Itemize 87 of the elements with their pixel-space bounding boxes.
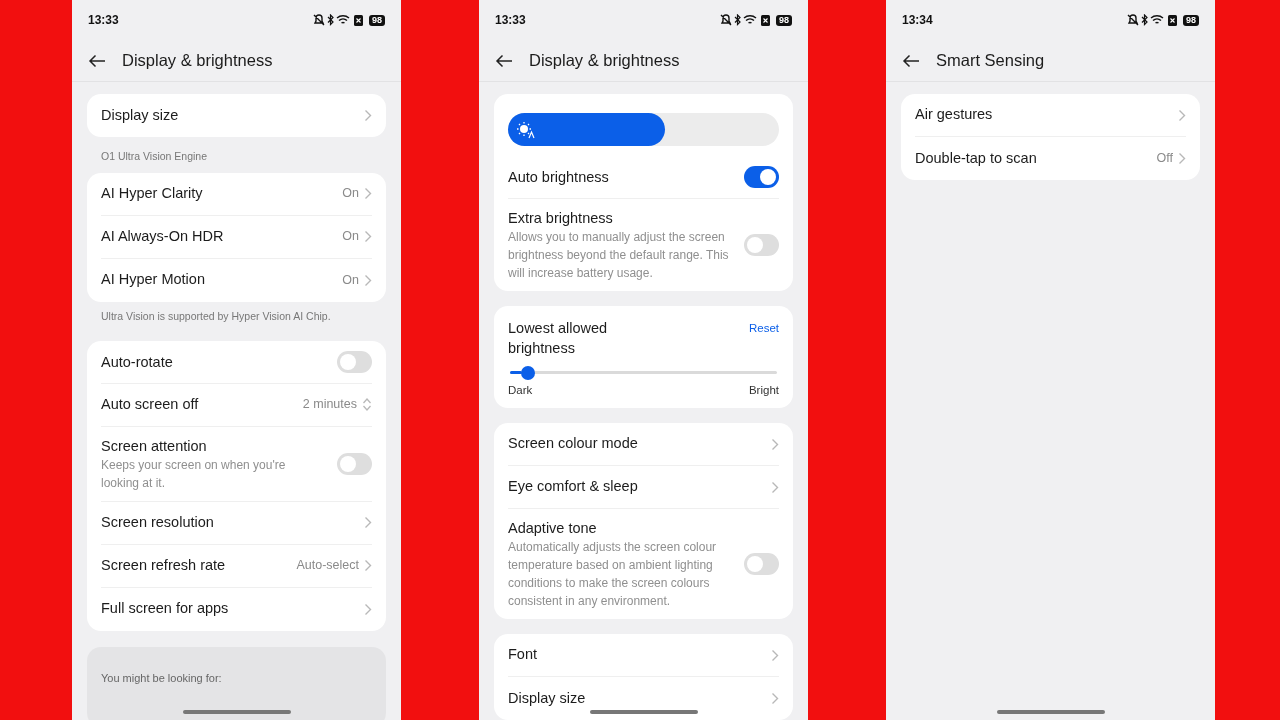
row-label: Display size bbox=[508, 688, 587, 708]
up-down-arrows-icon bbox=[362, 397, 372, 412]
back-button[interactable] bbox=[88, 53, 106, 68]
row-label: Auto-rotate bbox=[101, 352, 174, 372]
row-value: On bbox=[342, 271, 359, 289]
auto-brightness-icon bbox=[516, 120, 536, 139]
toggle-switch[interactable] bbox=[744, 234, 779, 256]
chevron-right-icon bbox=[364, 602, 372, 616]
section-note: Ultra Vision is supported by Hyper Vision AI Chip. bbox=[100, 308, 332, 324]
chevron-right-icon bbox=[364, 516, 372, 529]
page-title: Display & brightness bbox=[122, 50, 273, 72]
back-button[interactable] bbox=[495, 53, 513, 68]
page-title: Display & brightness bbox=[529, 50, 680, 72]
row-label: Auto brightness bbox=[508, 168, 610, 187]
row-label: AI Always-On HDR bbox=[101, 226, 225, 246]
row-value: Auto-select bbox=[296, 557, 359, 575]
settings-row[interactable]: Auto screen off 2 minutes bbox=[101, 383, 372, 427]
suggestions-caption: You might be looking for: bbox=[101, 671, 222, 684]
row-value: Off bbox=[1156, 150, 1173, 168]
section-caption: O1 Ultra Vision Engine bbox=[100, 149, 209, 164]
settings-row[interactable]: Double-tap to scan Off bbox=[915, 137, 1186, 180]
row-label: AI Hyper Motion bbox=[101, 270, 206, 290]
row-label: Font bbox=[508, 645, 538, 665]
row-label: Screen resolution bbox=[101, 512, 215, 532]
toggle-switch[interactable] bbox=[744, 553, 779, 576]
slider-thumb[interactable] bbox=[521, 366, 536, 380]
slider-max-label: Bright bbox=[748, 383, 779, 398]
slider-min-label: Dark bbox=[508, 383, 533, 398]
row-value: On bbox=[342, 185, 359, 203]
settings-row[interactable]: Screen resolution bbox=[101, 501, 372, 545]
chevron-right-icon bbox=[364, 187, 372, 201]
settings-row[interactable]: Display size bbox=[508, 677, 779, 720]
row-label: Adaptive tone bbox=[508, 519, 598, 539]
status-time: 13:33 bbox=[495, 12, 527, 29]
brightness-slider[interactable] bbox=[508, 113, 779, 146]
status-icons bbox=[720, 14, 772, 26]
row-label: Extra brightness bbox=[508, 209, 614, 228]
row-label: Auto screen off bbox=[101, 394, 200, 414]
toggle-switch[interactable] bbox=[337, 452, 372, 475]
chevron-right-icon bbox=[364, 109, 372, 122]
row-label: Air gestures bbox=[915, 105, 994, 125]
settings-row[interactable]: AI Hyper Motion On bbox=[101, 258, 372, 302]
toggle-switch[interactable] bbox=[744, 166, 779, 188]
status-time: 13:34 bbox=[902, 12, 934, 29]
settings-row[interactable]: Screen colour mode bbox=[508, 423, 779, 467]
chevron-right-icon bbox=[364, 230, 372, 244]
row-label: Full screen for apps bbox=[101, 599, 230, 619]
chevron-right-icon bbox=[771, 648, 779, 662]
chevron-right-icon bbox=[771, 692, 779, 706]
settings-row[interactable]: AI Hyper Clarity On bbox=[101, 172, 372, 216]
back-button[interactable] bbox=[902, 53, 920, 68]
status-time: 13:33 bbox=[88, 12, 120, 29]
chevron-right-icon bbox=[1178, 108, 1186, 122]
row-label: Screen attention bbox=[101, 436, 208, 456]
settings-row[interactable]: Font bbox=[508, 634, 779, 678]
row-description: Automatically adjusts the screen colour temperature based on ambient lighting conditions to make the screen colours consistent in any environment. bbox=[508, 539, 718, 611]
row-value: 2 minutes bbox=[302, 396, 357, 414]
row-label: Double-tap to scan bbox=[915, 148, 1038, 168]
row-label: Screen colour mode bbox=[508, 434, 639, 454]
settings-row[interactable]: Display size bbox=[101, 94, 372, 137]
battery-level: 98 bbox=[1183, 14, 1199, 26]
battery-level: 98 bbox=[369, 14, 385, 26]
settings-row[interactable]: Eye comfort & sleep bbox=[508, 466, 779, 510]
chevron-right-icon bbox=[1178, 152, 1186, 165]
chevron-right-icon bbox=[771, 437, 779, 451]
row-label: Lowest allowed brightness bbox=[508, 319, 609, 358]
row-label: Eye comfort & sleep bbox=[508, 477, 639, 497]
row-description: Keeps your screen on when you're looking at it. bbox=[101, 456, 287, 492]
page-title: Smart Sensing bbox=[936, 50, 1045, 72]
status-icons bbox=[313, 14, 365, 26]
chevron-right-icon bbox=[771, 480, 779, 494]
settings-row[interactable]: Air gestures bbox=[915, 94, 1186, 137]
row-label: AI Hyper Clarity bbox=[101, 183, 204, 203]
chevron-right-icon bbox=[364, 559, 372, 572]
battery-level: 98 bbox=[776, 14, 792, 26]
reset-link[interactable]: Reset bbox=[748, 318, 779, 338]
row-value: On bbox=[342, 228, 359, 246]
status-icons bbox=[1127, 14, 1179, 26]
settings-row[interactable]: Screen refresh rate Auto-select bbox=[101, 544, 372, 588]
settings-row[interactable]: AI Always-On HDR On bbox=[101, 215, 372, 259]
slider-track[interactable] bbox=[510, 366, 777, 380]
toggle-switch[interactable] bbox=[337, 350, 372, 373]
row-label: Display size bbox=[101, 105, 180, 125]
row-description: Allows you to manually adjust the screen brightness beyond the default range. This will increase battery usage. bbox=[508, 229, 730, 282]
settings-row[interactable]: Full screen for apps bbox=[101, 587, 372, 631]
chevron-right-icon bbox=[364, 273, 372, 287]
row-label: Screen refresh rate bbox=[101, 555, 227, 575]
